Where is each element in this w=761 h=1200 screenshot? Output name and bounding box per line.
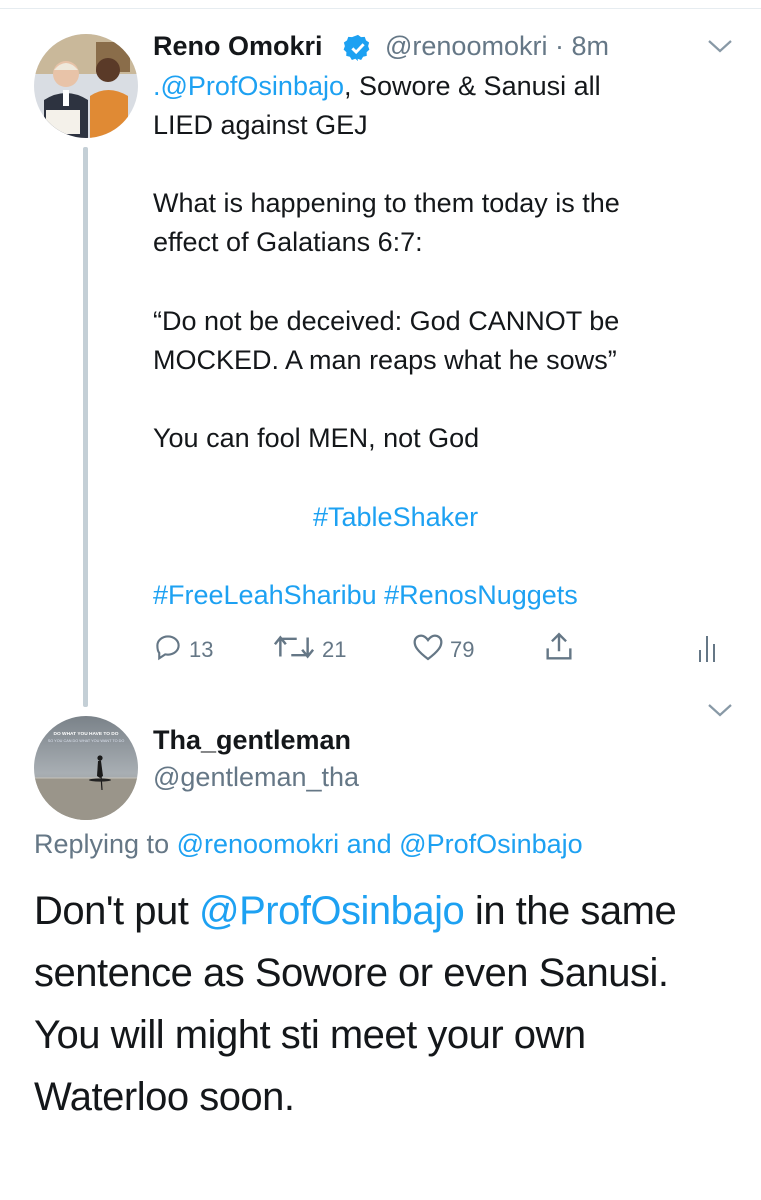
reply-text-segment: in the same: [464, 889, 677, 933]
reply-text-line: You will might sti meet your own: [34, 1013, 586, 1057]
tweet-line: You can fool MEN, not God: [153, 423, 480, 453]
author-handle-text[interactable]: @renoomokri: [385, 31, 547, 61]
tweet-line: LIED against GEJ: [153, 110, 368, 140]
verified-badge-icon: [343, 33, 373, 68]
avatar-caption: SO YOU CAN DO WHAT YOU WANT TO DO: [48, 739, 125, 743]
mention-link[interactable]: @renoomokri: [177, 829, 339, 859]
hashtag-link[interactable]: #TableShaker: [313, 498, 478, 537]
reply-author-name[interactable]: Tha_gentleman: [153, 725, 351, 756]
author-handle[interactable]: @renoomokri · 8m: [385, 31, 609, 62]
chevron-down-icon[interactable]: [707, 702, 733, 723]
hashtag-link[interactable]: #FreeLeahSharibu #RenosNuggets: [153, 576, 578, 615]
like-action[interactable]: 79: [412, 632, 474, 668]
reply-text-line: sentence as Sowore or even Sanusi.: [34, 951, 669, 995]
reply-icon: [153, 632, 183, 668]
share-icon: [542, 630, 576, 670]
tweet-time: · 8m: [554, 31, 609, 61]
reply-text: Don't put @ProfOsinbajo in the same sent…: [34, 880, 677, 1128]
reply-text-segment: Don't put: [34, 889, 199, 933]
replying-and: and: [346, 829, 392, 859]
retweet-count: 21: [322, 637, 347, 662]
tweet-line: “Do not be deceived: God CANNOT be: [153, 306, 620, 336]
mention-link[interactable]: .@ProfOsinbajo: [153, 71, 344, 101]
like-count: 79: [450, 637, 475, 662]
author-name[interactable]: Reno Omokri: [153, 31, 323, 62]
retweet-action[interactable]: 21: [272, 632, 346, 668]
thread-line: [83, 147, 88, 707]
reply-author-handle[interactable]: @gentleman_tha: [153, 762, 359, 793]
heart-icon: [412, 632, 444, 668]
mention-link[interactable]: @ProfOsinbajo: [199, 889, 465, 933]
reply-text-line: Waterloo soon.: [34, 1075, 295, 1119]
avatar-reno-omokri[interactable]: [34, 34, 138, 138]
tweet-line: What is happening to them today is the: [153, 188, 620, 218]
chevron-down-icon[interactable]: [707, 38, 733, 59]
reply-action[interactable]: 13: [153, 632, 213, 668]
replying-to-label: Replying to: [34, 829, 170, 859]
analytics-icon: [697, 632, 719, 668]
avatar-caption: DO WHAT YOU HAVE TO DO: [54, 731, 119, 737]
reply-text-line: Don't put @ProfOsinbajo in the same: [34, 880, 677, 942]
avatar-tha-gentleman[interactable]: DO WHAT YOU HAVE TO DO SO YOU CAN DO WHA…: [34, 716, 138, 820]
share-action[interactable]: [542, 630, 576, 670]
tweet-line: effect of Galatians 6:7:: [153, 227, 423, 257]
tweet-text-segment: , Sowore & Sanusi all: [344, 71, 601, 101]
top-divider: [0, 0, 761, 9]
reply-count: 13: [189, 637, 214, 662]
tweet-line: MOCKED. A man reaps what he sows”: [153, 345, 617, 375]
replying-to-line: Replying to @renoomokri and @ProfOsinbaj…: [34, 829, 583, 860]
retweet-icon: [272, 632, 316, 668]
mention-link[interactable]: @ProfOsinbajo: [399, 829, 583, 859]
tweet-line: .@ProfOsinbajo, Sowore & Sanusi all: [153, 67, 601, 106]
analytics-action[interactable]: [697, 632, 719, 668]
